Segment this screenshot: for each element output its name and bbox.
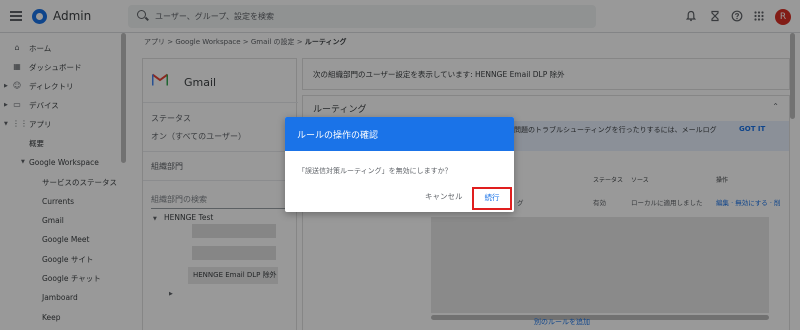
cancel-button[interactable]: キャンセル — [425, 191, 463, 202]
dialog-title: ルールの操作の確認 — [297, 131, 379, 141]
dialog-message: 「誤送信対策ルーティング」を無効にしますか？ — [298, 167, 452, 175]
dialog-header: ルールの操作の確認 — [285, 117, 514, 151]
confirm-dialog: ルールの操作の確認 「誤送信対策ルーティング」を無効にしますか？ キャンセル 続… — [285, 117, 514, 212]
continue-button[interactable]: 続行 — [472, 187, 512, 210]
